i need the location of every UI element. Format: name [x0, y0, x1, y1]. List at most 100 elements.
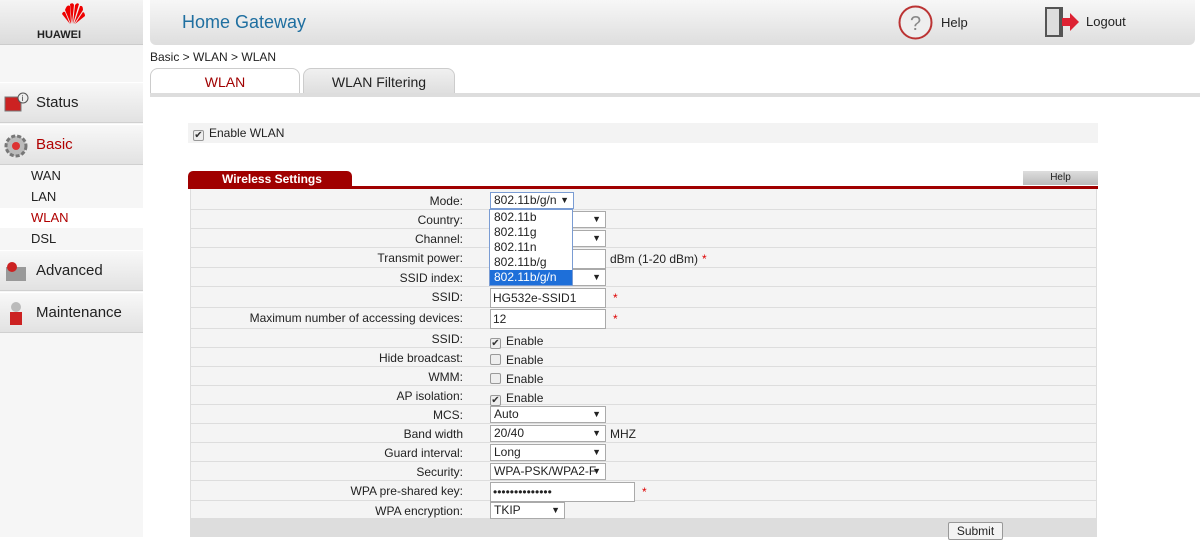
page-title: Home Gateway	[182, 12, 307, 32]
field-label: MCS:	[433, 408, 463, 422]
help-link[interactable]: ? Help	[898, 5, 968, 40]
field-label: Guard interval:	[384, 446, 463, 460]
logout-link[interactable]: Logout	[1044, 5, 1126, 38]
password-input[interactable]: ••••••••••••••	[490, 482, 635, 502]
checkbox-group: Enable	[490, 372, 543, 386]
select-field[interactable]: 802.11b/g/n	[490, 192, 574, 209]
field-control: WPA-PSK/WPA2-F	[490, 463, 606, 480]
gear-icon	[4, 134, 28, 158]
form-row: SSID: ✔ Enable	[191, 329, 1096, 349]
unit-label: MHZ	[610, 426, 636, 441]
sidebar-label: Advanced	[36, 262, 103, 279]
sidebar-sub-wlan[interactable]: WLAN	[0, 208, 143, 228]
field-label: SSID:	[431, 290, 463, 304]
field-label: Security:	[416, 465, 463, 479]
form-row: Mode: 802.11b/g/n	[191, 191, 1096, 210]
maintenance-icon	[10, 302, 22, 325]
sidebar-label: Basic	[36, 136, 73, 153]
checkbox-group: ✔ Enable	[490, 334, 543, 349]
checkbox-label: Enable	[506, 391, 544, 405]
field-control: Auto	[490, 406, 606, 423]
enable-checkbox[interactable]	[490, 373, 501, 384]
form-row: Hide broadcast: Enable	[191, 348, 1096, 367]
field-control: TKIP	[490, 502, 565, 519]
field-label: SSID:	[431, 332, 463, 346]
sidebar-item-basic[interactable]: Basic	[0, 124, 143, 165]
help-icon: ?	[898, 5, 933, 40]
section-title: Wireless Settings	[188, 171, 352, 187]
required-marker: *	[702, 252, 707, 266]
status-icon: i	[4, 92, 29, 112]
enable-wlan-label: Enable WLAN	[209, 126, 285, 140]
mode-option[interactable]: 802.11b	[490, 210, 572, 225]
field-label: WPA pre-shared key:	[350, 484, 464, 498]
checkbox-label: Enable	[506, 353, 544, 367]
help-label: Help	[941, 15, 968, 30]
required-marker: *	[642, 485, 647, 499]
checkbox-group: Enable	[490, 353, 543, 367]
wireless-settings-form: Mode: 802.11b/g/n Country: Channel: Transmit…	[190, 189, 1097, 540]
breadcrumb: Basic > WLAN > WLAN	[150, 50, 277, 64]
field-label: Country:	[417, 213, 463, 227]
field-label: Channel:	[414, 232, 463, 246]
field-control: HG532e-SSID1 *	[490, 288, 618, 308]
form-row: SSID: HG532e-SSID1 *	[191, 287, 1096, 308]
form-row: Maximum number of accessing devices: 12 *	[191, 308, 1096, 329]
svg-text:?: ?	[910, 13, 921, 35]
checkbox-group: ✔ Enable	[490, 391, 543, 406]
huawei-logo: HUAWEI	[0, 0, 143, 45]
form-row: AP isolation: ✔ Enable	[191, 386, 1096, 406]
field-control: Enable	[490, 368, 543, 386]
form-row: Channel:	[191, 229, 1096, 248]
form-row: Guard interval: Long	[191, 443, 1096, 462]
form-row: Security: WPA-PSK/WPA2-F	[191, 462, 1096, 481]
mode-option[interactable]: 802.11b/g/n	[490, 270, 572, 285]
enable-wlan-checkbox[interactable]: ✔	[193, 130, 204, 141]
select-field[interactable]: TKIP	[490, 502, 565, 519]
select-field[interactable]: 20/40	[490, 425, 606, 442]
select-field[interactable]: WPA-PSK/WPA2-F	[490, 463, 606, 480]
text-input[interactable]: HG532e-SSID1	[490, 288, 606, 308]
sidebar-sub-dsl[interactable]: DSL	[0, 229, 143, 249]
field-control: Enable	[490, 349, 543, 367]
sidebar-sub-wan[interactable]: WAN	[0, 166, 143, 186]
field-label: AP isolation:	[396, 389, 464, 403]
form-row: Band width 20/40 MHZ	[191, 424, 1096, 443]
mode-option[interactable]: 802.11b/g	[490, 255, 572, 270]
required-marker: *	[613, 312, 618, 326]
unit-label: dBm (1-20 dBm)	[610, 252, 699, 266]
field-control: 20/40 MHZ	[490, 425, 636, 442]
logout-label: Logout	[1086, 14, 1126, 29]
sidebar-item-advanced[interactable]: Advanced	[0, 250, 143, 291]
form-row: SSID index:	[191, 268, 1096, 287]
field-label: WMM:	[428, 370, 463, 384]
mode-option[interactable]: 802.11g	[490, 225, 572, 240]
mode-dropdown-list: 802.11b 802.11g 802.11n 802.11b/g 802.11b/g/…	[489, 209, 573, 286]
sidebar-label: Status	[36, 94, 79, 111]
sidebar-sub-lan[interactable]: LAN	[0, 187, 143, 207]
form-row: Transmit power: dBm (1-20 dBm) *	[191, 248, 1096, 269]
section-help-button[interactable]: Help	[1023, 171, 1098, 185]
field-control: Long	[490, 444, 606, 461]
enable-wlan-row: ✔ Enable WLAN	[188, 123, 1098, 143]
field-label: Mode:	[429, 194, 463, 208]
advanced-icon	[6, 262, 26, 281]
tab-wlan[interactable]: WLAN	[150, 68, 300, 94]
field-control: •••••••••••••• *	[490, 482, 647, 502]
field-control: ✔ Enable	[490, 330, 543, 349]
submit-button[interactable]: Submit	[948, 522, 1003, 540]
select-field[interactable]: Auto	[490, 406, 606, 423]
text-input[interactable]: 12	[490, 309, 606, 329]
sidebar-item-status[interactable]: i Status	[0, 82, 143, 123]
select-field[interactable]: Long	[490, 444, 606, 461]
sidebar-item-maintenance[interactable]: Maintenance	[0, 292, 143, 333]
logout-door-icon	[1045, 7, 1079, 37]
required-marker: *	[613, 291, 618, 305]
field-control: 802.11b/g/n	[490, 192, 574, 209]
enable-checkbox[interactable]	[490, 354, 501, 365]
tab-wlan-filtering[interactable]: WLAN Filtering	[303, 68, 455, 94]
mode-option[interactable]: 802.11n	[490, 240, 572, 255]
checkbox-label: Enable	[506, 372, 544, 386]
field-label: Transmit power:	[377, 251, 463, 265]
submit-bar: Submit	[191, 519, 1096, 540]
